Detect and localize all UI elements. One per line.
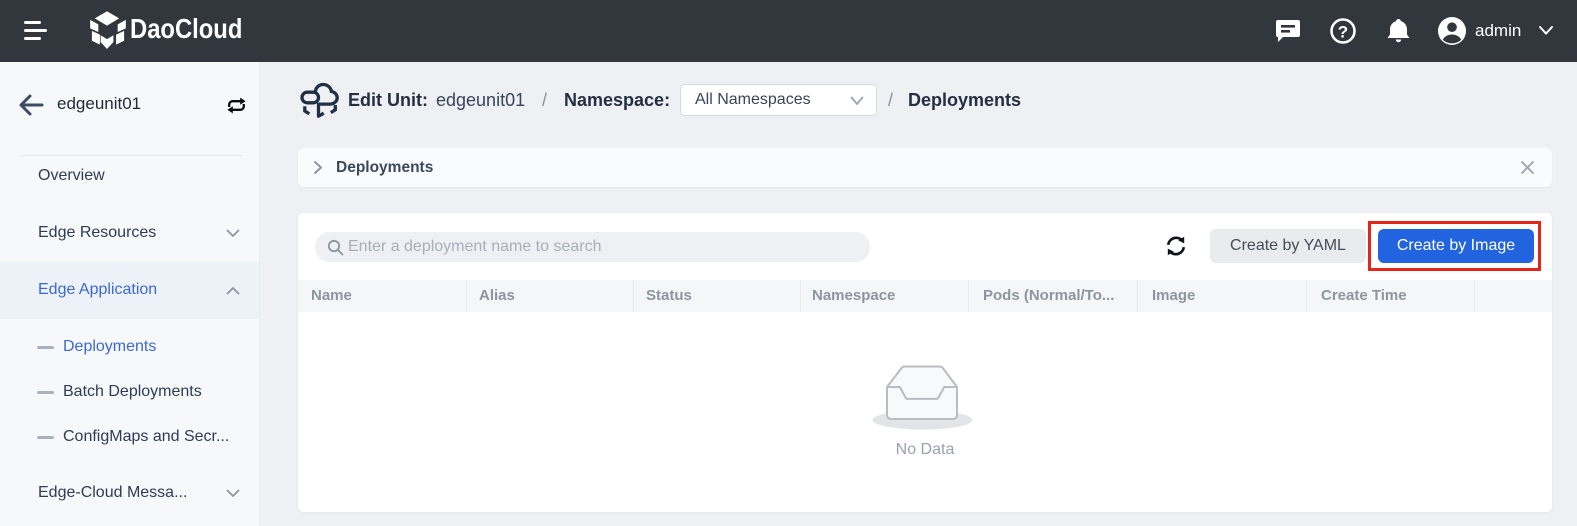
- svg-text:?: ?: [1338, 23, 1348, 42]
